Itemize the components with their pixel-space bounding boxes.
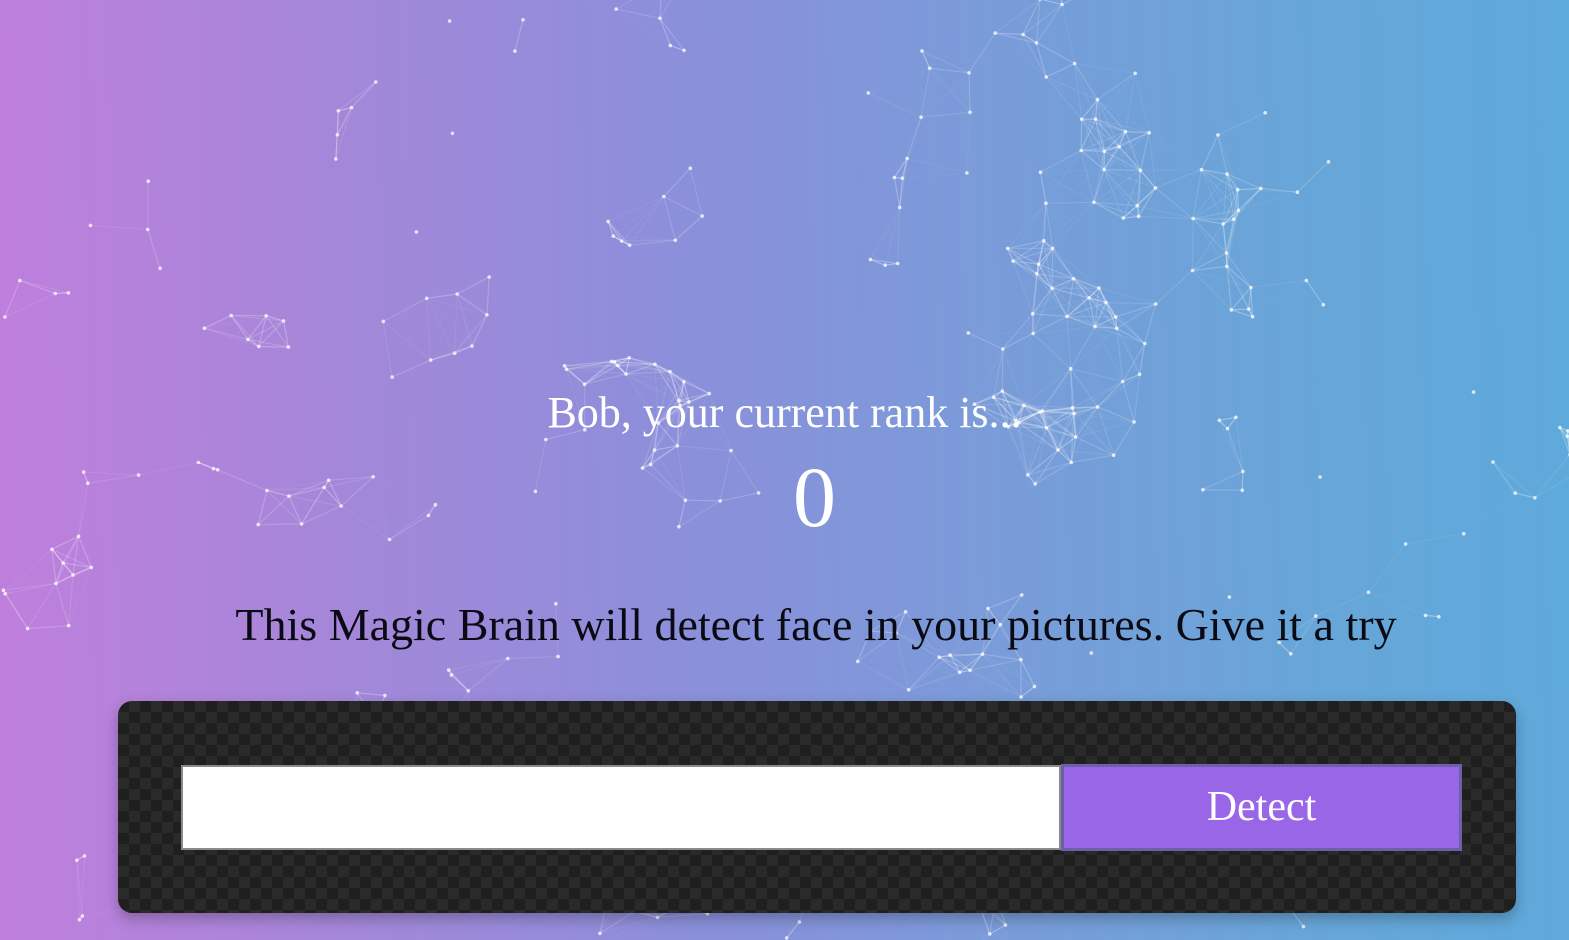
rank-message: Bob, your current rank is... <box>547 388 1022 437</box>
image-url-input[interactable] <box>181 765 1061 850</box>
detect-button[interactable]: Detect <box>1061 764 1462 851</box>
app-tagline: This Magic Brain will detect face in you… <box>235 599 1397 650</box>
rank-value: 0 <box>793 449 836 545</box>
